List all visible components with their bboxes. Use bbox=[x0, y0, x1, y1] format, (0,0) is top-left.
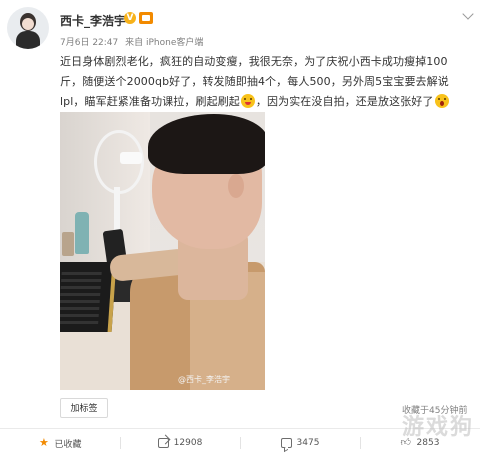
author-name[interactable]: 西卡_李浩宇 bbox=[60, 12, 126, 29]
post-line: lpl，瞄军赶紧准备功课拉，刷起刷起 bbox=[60, 95, 240, 108]
comment-count: 3475 bbox=[296, 438, 320, 448]
keyboard bbox=[60, 262, 117, 332]
author-avatar[interactable] bbox=[7, 7, 49, 49]
member-icon bbox=[139, 12, 153, 24]
post-line: 近日身体剧烈老化，疯狂的自动变瘦，我很无奈，为了庆祝小西卡成功瘦掉100 bbox=[60, 55, 448, 68]
comment-button[interactable]: 3475 bbox=[240, 429, 360, 457]
post-line-with-emoji: lpl，瞄军赶紧准备功课拉，刷起刷起 ，因为实在没自拍，还是放这张好了 bbox=[60, 92, 475, 112]
share-count: 12908 bbox=[173, 438, 203, 448]
surprised-emoji-icon bbox=[434, 94, 449, 108]
add-tag-button[interactable]: 加标签 bbox=[60, 398, 108, 418]
photo-watermark: @西卡_李浩宇 bbox=[178, 375, 230, 384]
verified-icon: V bbox=[124, 12, 136, 24]
post-meta: 7月6日 22:47 来自 iPhone客户端 bbox=[60, 35, 207, 48]
share-button[interactable]: 12908 bbox=[120, 429, 240, 457]
comment-icon bbox=[280, 438, 292, 448]
post-line: 斤，随便送个2000qb好了，转发随即抽4个，每人500，另外周5宝宝要去解说 bbox=[60, 75, 449, 88]
post-source: 来自 iPhone客户端 bbox=[125, 38, 204, 48]
weibo-post-card: 西卡_李浩宇 V 7月6日 22:47 来自 iPhone客户端 近日身体剧烈老… bbox=[0, 0, 480, 457]
chevron-down-icon[interactable] bbox=[462, 8, 474, 20]
emoji-icon bbox=[240, 94, 255, 108]
post-text: 近日身体剧烈老化，疯狂的自动变瘦，我很无奈，为了庆祝小西卡成功瘦掉100 斤，随… bbox=[60, 52, 475, 112]
site-watermark: 游戏狗 bbox=[401, 415, 474, 440]
post-date[interactable]: 7月6日 22:47 bbox=[60, 38, 118, 48]
post-line: ，因为实在没自拍，还是放这张好了 bbox=[255, 95, 434, 108]
favorite-button[interactable]: ★ 已收藏 bbox=[0, 429, 120, 457]
share-icon bbox=[157, 438, 169, 448]
post-photo[interactable]: @西卡_李浩宇 bbox=[60, 112, 265, 390]
favorite-label: 已收藏 bbox=[54, 439, 82, 450]
star-icon: ★ bbox=[39, 436, 49, 449]
